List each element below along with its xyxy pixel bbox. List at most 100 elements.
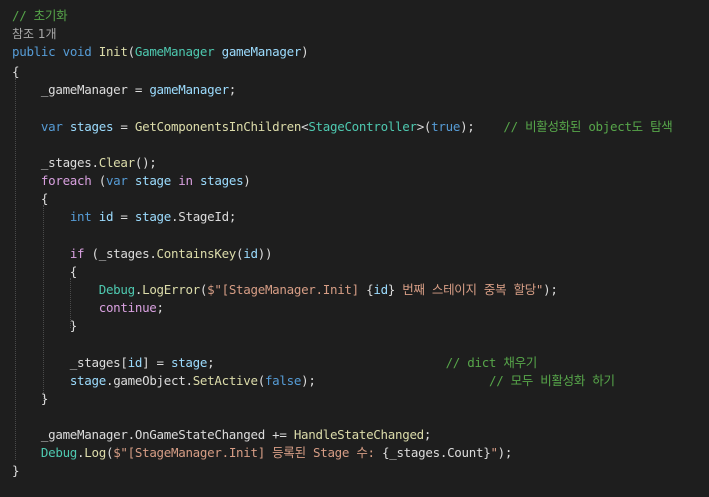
code-token-plain: ] = bbox=[142, 355, 171, 370]
code-token-var: gameManager bbox=[221, 44, 302, 59]
code-token-var: stage bbox=[170, 355, 208, 370]
code-line[interactable]: // 초기화 bbox=[12, 7, 68, 25]
code-token-type: Debug bbox=[40, 445, 78, 460]
code-line[interactable]: } bbox=[12, 317, 78, 335]
code-token-field: _stages bbox=[12, 355, 121, 370]
code-token-var: stage bbox=[134, 209, 172, 224]
code-token-plain: . bbox=[127, 427, 136, 442]
code-token-method: Init bbox=[98, 44, 128, 59]
code-token-plain: ( bbox=[84, 246, 99, 261]
code-token-plain: . bbox=[91, 155, 99, 170]
code-line[interactable]: { bbox=[12, 63, 20, 81]
code-token-plain: ( bbox=[127, 44, 136, 59]
code-token-plain: ); bbox=[497, 445, 513, 460]
code-token-kw: false bbox=[264, 373, 302, 388]
code-token-str: $"[StageManager.Init] 등록된 Stage 수: bbox=[113, 445, 382, 460]
code-token-var: stages bbox=[199, 173, 244, 188]
code-token-method: Log bbox=[84, 445, 106, 460]
code-line[interactable]: if (_stages.ContainsKey(id)) bbox=[12, 245, 273, 263]
code-token-str: " bbox=[490, 445, 498, 460]
code-token-plain: ) bbox=[301, 44, 309, 59]
code-token-comment: // 모두 비활성화 하기 bbox=[315, 373, 615, 388]
code-line[interactable]: _stages[id] = stage; // dict 채우기 bbox=[12, 354, 538, 372]
code-token-plain: ; bbox=[228, 82, 237, 97]
code-line[interactable]: Debug.Log($"[StageManager.Init] 등록된 Stag… bbox=[12, 444, 513, 462]
code-token-kw: int bbox=[69, 209, 92, 224]
code-token-kw: public bbox=[12, 44, 56, 59]
code-token-field: _stages bbox=[12, 155, 92, 170]
code-token-plain: ( bbox=[257, 373, 266, 388]
code-token-plain: { bbox=[12, 64, 20, 79]
code-line[interactable]: { bbox=[12, 263, 78, 281]
code-token-field: _gameManager bbox=[12, 427, 128, 442]
code-token-kw: var bbox=[105, 173, 128, 188]
code-token-plain: ; bbox=[228, 209, 237, 224]
code-token-var: stage bbox=[69, 373, 106, 388]
code-token-ctrl: in bbox=[178, 173, 193, 188]
code-line[interactable]: stage.gameObject.SetActive(false); // 모두… bbox=[12, 372, 615, 390]
code-token-ctrl: if bbox=[69, 246, 85, 261]
code-token-str: $"[StageManager.Init] bbox=[207, 282, 367, 297]
code-line[interactable]: { bbox=[12, 190, 49, 208]
reference-count-link[interactable]: 참조 1개 bbox=[12, 27, 57, 41]
code-token-plain: ); bbox=[460, 119, 475, 134]
code-token-var: stages bbox=[69, 119, 114, 134]
code-token-plain: ( bbox=[91, 173, 107, 188]
code-token-field: _stages bbox=[98, 246, 150, 261]
code-token-type: GameManager bbox=[134, 44, 215, 59]
code-line[interactable]: public void Init(GameManager gameManager… bbox=[12, 43, 309, 61]
code-line[interactable]: continue; bbox=[12, 299, 164, 317]
code-token-plain: ); bbox=[543, 282, 558, 297]
code-token-method: Clear bbox=[98, 155, 135, 170]
code-token-kw: true bbox=[431, 119, 461, 134]
code-line[interactable]: var stages = GetComponentsInChildren<Sta… bbox=[12, 118, 673, 136]
code-token-var: id bbox=[127, 355, 143, 370]
code-token-var: id bbox=[98, 209, 114, 224]
code-line[interactable]: int id = stage.StageId; bbox=[12, 208, 237, 226]
code-token-plain: = bbox=[127, 82, 150, 97]
code-token-method: SetActive bbox=[192, 373, 258, 388]
code-token-type: Debug bbox=[98, 282, 135, 297]
code-token-plain: } bbox=[387, 282, 396, 297]
code-token-method: HandleStateChanged bbox=[293, 427, 424, 442]
code-token-field: _gameManager bbox=[12, 82, 128, 97]
code-line[interactable]: _gameManager.OnGameStateChanged += Handl… bbox=[12, 426, 432, 444]
code-line[interactable]: foreach (var stage in stages) bbox=[12, 172, 251, 190]
code-token-plain: = bbox=[113, 119, 135, 134]
code-token-method: LogError bbox=[142, 282, 200, 297]
code-token-kw: var bbox=[40, 119, 63, 134]
code-line[interactable]: } bbox=[12, 462, 20, 480]
code-token-plain: Count bbox=[447, 445, 484, 460]
code-token-plain: += bbox=[264, 427, 294, 442]
code-token-comment: // 초기화 bbox=[12, 8, 68, 23]
code-line[interactable]: _stages.Clear(); bbox=[12, 154, 157, 172]
code-line[interactable]: 참조 1개 bbox=[12, 25, 57, 43]
code-token-var: gameManager bbox=[149, 82, 229, 97]
code-token-plain: >( bbox=[416, 119, 432, 134]
code-token-plain: . bbox=[439, 445, 448, 460]
code-token-plain: } bbox=[12, 318, 78, 333]
code-token-plain: )) bbox=[257, 246, 273, 261]
code-token-var: id bbox=[243, 246, 258, 261]
code-token-plain: = bbox=[113, 209, 135, 224]
code-token-plain: { bbox=[12, 191, 49, 206]
code-token-var: stage bbox=[134, 173, 172, 188]
code-token-plain: ; bbox=[423, 427, 432, 442]
code-token-plain: { bbox=[12, 264, 78, 279]
code-line[interactable]: } bbox=[12, 390, 49, 408]
code-token-plain: . bbox=[134, 282, 143, 297]
code-line[interactable]: _gameManager = gameManager; bbox=[12, 81, 236, 99]
code-line[interactable]: Debug.LogError($"[StageManager.Init] {id… bbox=[12, 281, 558, 299]
code-editor[interactable]: // 초기화참조 1개 public void Init(GameManager … bbox=[0, 0, 709, 497]
code-token-plain: . bbox=[149, 246, 157, 261]
